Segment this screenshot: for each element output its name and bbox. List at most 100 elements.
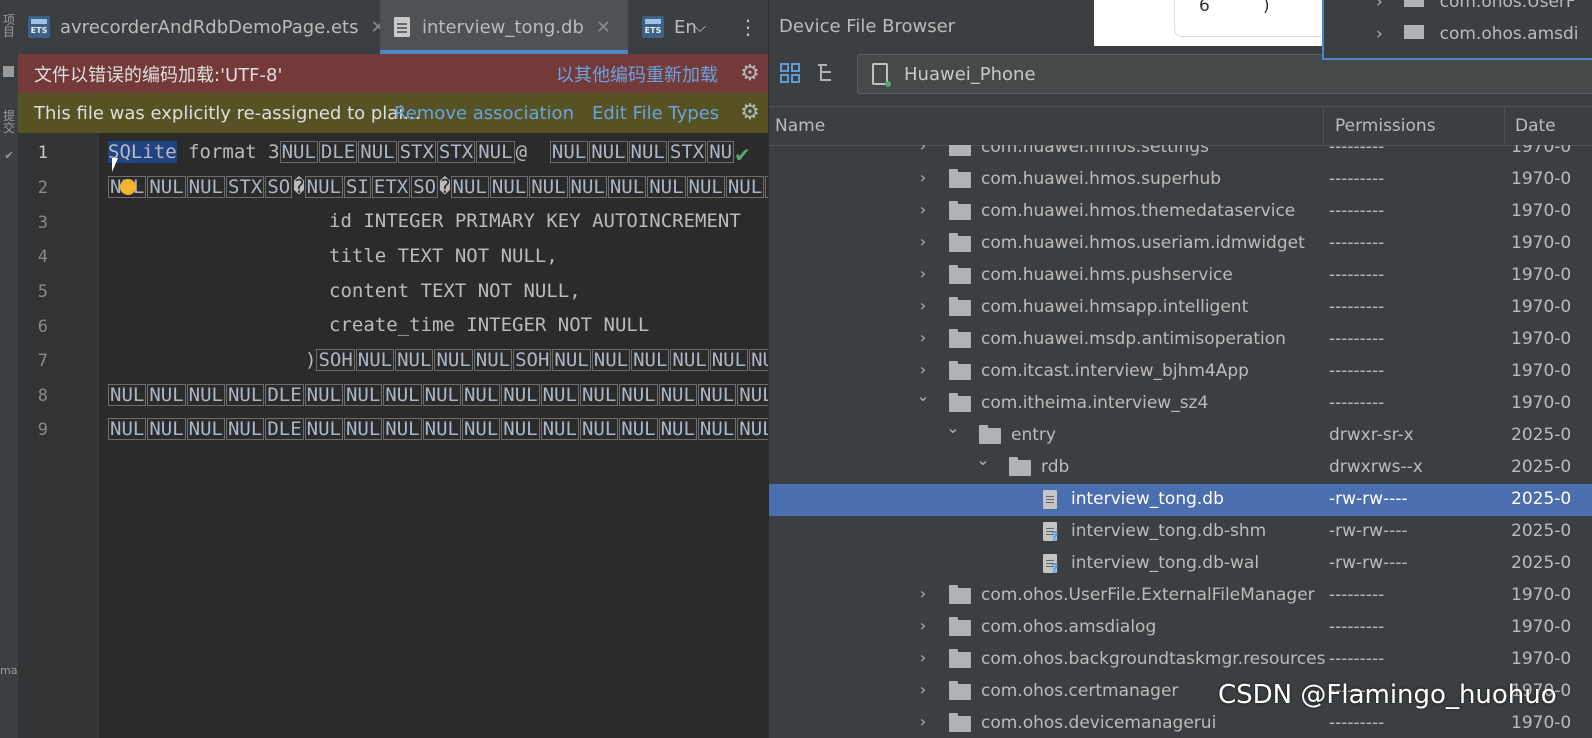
code-line-6[interactable]: create_time INTEGER NOT NULL bbox=[329, 314, 649, 336]
tree-row[interactable]: › com.huawei.hmos.superhub --------- 1970-0 bbox=[769, 164, 1592, 196]
tree-row[interactable]: › com.ohos.amsdialog --------- 1970-0 bbox=[769, 612, 1592, 644]
popup-item: com.ohos.amsdi bbox=[1439, 24, 1579, 44]
popup-paren: ) bbox=[1263, 0, 1270, 16]
chevron-down-icon[interactable]: ⌄ bbox=[975, 450, 991, 469]
tree-row[interactable]: › com.ohos.UserFile.ExternalFileManager --… bbox=[769, 580, 1592, 612]
code-text: ) bbox=[305, 349, 317, 371]
db-file-icon bbox=[394, 17, 410, 37]
project-tool-label[interactable]: 项目 bbox=[0, 14, 18, 38]
tab-en[interactable]: ETS En bbox=[642, 0, 698, 54]
popup-row[interactable]: › com.ohos.UserF bbox=[1376, 0, 1576, 12]
code-line-5[interactable]: content TEXT NOT NULL, bbox=[329, 280, 581, 302]
chevron-right-icon[interactable]: › bbox=[915, 200, 931, 219]
column-date[interactable]: Date bbox=[1515, 107, 1556, 145]
tree-row[interactable]: › com.huawei.hms.pushservice --------- 1970… bbox=[769, 260, 1592, 292]
popup-number: 6 bbox=[1199, 0, 1210, 16]
ets-file-icon: ETS bbox=[28, 16, 50, 38]
tree-row[interactable]: interview_tong.db -rw-rw---- 2025-0 bbox=[769, 484, 1592, 516]
file-permissions: --------- bbox=[1329, 169, 1385, 189]
chevron-down-icon[interactable]: ⌄ bbox=[915, 386, 931, 405]
column-permissions[interactable]: Permissions bbox=[1335, 107, 1436, 145]
chevron-right-icon[interactable]: › bbox=[915, 145, 931, 155]
chevron-right-icon[interactable]: › bbox=[915, 360, 931, 379]
chevron-right-icon[interactable]: › bbox=[915, 232, 931, 251]
association-message: This file was explicitly re-assigned to … bbox=[34, 102, 421, 124]
chevron-right-icon[interactable]: › bbox=[915, 648, 931, 667]
tree-row[interactable]: ⌄ rdb drwxrws--x 2025-0 bbox=[769, 450, 1592, 484]
structure-icon[interactable] bbox=[3, 66, 14, 77]
chevron-right-icon[interactable]: › bbox=[915, 296, 931, 315]
code-line-2[interactable]: NULNULNULSTXSO�NULSIETXSO�NULNULNULNULNU… bbox=[108, 176, 780, 198]
chevron-right-icon[interactable]: › bbox=[1376, 0, 1383, 12]
gear-icon[interactable]: ⚙ bbox=[740, 63, 760, 85]
tree-row[interactable]: › com.huawei.hmos.settings --------- 1970-0 bbox=[769, 145, 1592, 164]
inspection-ok-icon[interactable]: ✔ bbox=[734, 143, 751, 167]
file-date: 2025-0 bbox=[1511, 457, 1572, 477]
control-char: NUL bbox=[383, 384, 422, 406]
popup-row[interactable]: › com.ohos.amsdi bbox=[1376, 24, 1579, 44]
tree-row[interactable]: › com.itcast.interview_bjhm4App --------- 1… bbox=[769, 356, 1592, 388]
control-char: NUL bbox=[489, 176, 529, 198]
tree-row[interactable]: › com.ohos.backgroundtaskmgr.resources ---… bbox=[769, 644, 1592, 676]
close-icon[interactable]: ✕ bbox=[596, 17, 611, 38]
commit-tool-label[interactable]: 提交 bbox=[0, 110, 18, 134]
chevron-right-icon[interactable]: › bbox=[915, 616, 931, 635]
grid-view-icon[interactable] bbox=[779, 62, 801, 84]
tree-row[interactable]: › com.huawei.hmos.useriam.idmwidget ------… bbox=[769, 228, 1592, 260]
reload-encoding-link[interactable]: 以其他编码重新加载 bbox=[556, 61, 718, 87]
gear-icon[interactable]: ⚙ bbox=[740, 102, 760, 124]
tree-row[interactable]: › com.huawei.hmsapp.intelligent --------- 1… bbox=[769, 292, 1592, 324]
edit-file-types-link[interactable]: Edit File Types bbox=[592, 103, 719, 124]
file-permissions: drwxrws--x bbox=[1329, 457, 1423, 477]
tree-row[interactable]: ⌄ entry drwxr-sr-x 2025-0 bbox=[769, 418, 1592, 452]
tree-row[interactable]: ⌄ com.itheima.interview_sz4 --------- 1970-… bbox=[769, 386, 1592, 420]
code-line-3[interactable]: id INTEGER PRIMARY KEY AUTOINCREMENT bbox=[329, 210, 741, 232]
chevron-right-icon[interactable]: › bbox=[915, 328, 931, 347]
file-date: 1970-0 bbox=[1511, 265, 1572, 285]
chevron-right-icon[interactable]: › bbox=[1376, 24, 1383, 44]
tree-row[interactable]: ? interview_tong.db-shm -rw-rw---- 2025-0 bbox=[769, 516, 1592, 548]
control-char: NUL bbox=[619, 418, 658, 440]
tab-interview-db[interactable]: interview_tong.db ✕ bbox=[380, 0, 628, 54]
control-char: NUL bbox=[186, 384, 225, 406]
column-divider[interactable] bbox=[1323, 107, 1324, 145]
chevron-right-icon[interactable]: › bbox=[915, 712, 931, 731]
tab-avrecorder[interactable]: ETS avrecorderAndRdbDemoPage.ets ✕ bbox=[28, 0, 386, 54]
tree-row[interactable]: › com.huawei.msdp.antimisoperation -------… bbox=[769, 324, 1592, 356]
file-permissions: --------- bbox=[1329, 265, 1385, 285]
lightbulb-icon[interactable] bbox=[120, 179, 136, 195]
replacement-glyph: � bbox=[293, 176, 305, 198]
chevron-down-icon[interactable]: ⌵ bbox=[694, 0, 706, 54]
chevron-down-icon[interactable]: ⌄ bbox=[945, 418, 961, 437]
control-char: NUL bbox=[279, 141, 318, 163]
control-char: NUL bbox=[540, 418, 579, 440]
column-name[interactable]: Name bbox=[775, 107, 825, 145]
tree-row[interactable]: › com.huawei.hmos.themedataservice -------… bbox=[769, 196, 1592, 228]
file-permissions: --------- bbox=[1329, 145, 1385, 157]
chevron-right-icon[interactable]: › bbox=[915, 264, 931, 283]
bookmarks-tool-label[interactable]: marks bbox=[0, 665, 18, 677]
device-selector[interactable]: Huawei_Phone bbox=[857, 54, 1592, 94]
code-line-1[interactable]: SQLite format 3 NUL DLE NUL STX STX NUL @ NUL NU… bbox=[108, 141, 735, 163]
chevron-right-icon[interactable]: › bbox=[915, 680, 931, 699]
code-line-7[interactable]: )SOHNULNULNULNULSOHNULNULNULNULNULNUL bbox=[305, 349, 780, 371]
control-char: NUL bbox=[552, 349, 591, 371]
chevron-right-icon[interactable]: › bbox=[915, 168, 931, 187]
code-line-9[interactable]: NUL NUL NUL NUL DLE NUL NUL NUL NUL NUL NUL NUL NUL N… bbox=[108, 418, 780, 440]
line-number: 1 bbox=[37, 143, 48, 163]
tree-row[interactable]: ? interview_tong.db-wal -rw-rw---- 2025-0 bbox=[769, 548, 1592, 580]
code-line-4[interactable]: title TEXT NOT NULL, bbox=[329, 245, 558, 267]
code-line-8[interactable]: NUL NUL NUL NUL DLE NUL NUL NUL NUL NUL NUL NUL NUL N… bbox=[108, 384, 780, 406]
chevron-right-icon[interactable]: › bbox=[915, 584, 931, 603]
tree-row[interactable]: › com.ohos.devicemanagerui --------- 1970-0 bbox=[769, 708, 1592, 738]
watermark: CSDN @Flamingo_huohuo bbox=[1218, 680, 1557, 710]
tree-view-icon[interactable] bbox=[815, 62, 837, 84]
file-permissions: --------- bbox=[1329, 361, 1385, 381]
more-options-icon[interactable]: ⋮ bbox=[738, 0, 758, 54]
control-char: NUL bbox=[709, 349, 749, 371]
control-char: SI bbox=[343, 176, 371, 198]
column-divider[interactable] bbox=[1504, 107, 1505, 145]
control-char: NUL bbox=[589, 141, 628, 163]
file-permissions: --------- bbox=[1329, 393, 1385, 413]
remove-association-link[interactable]: Remove association bbox=[394, 103, 574, 124]
